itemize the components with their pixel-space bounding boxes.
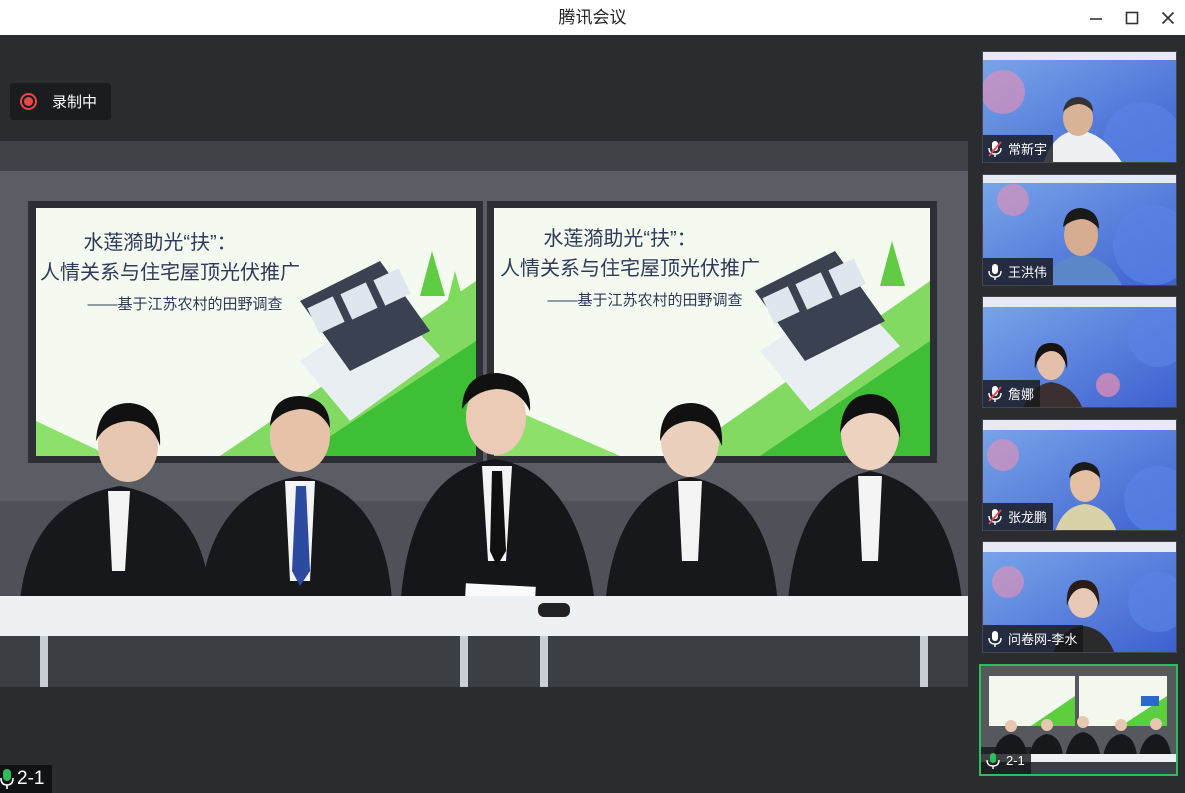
slide-right-line3: ——基于江苏农村的田野调查 bbox=[547, 292, 742, 309]
maximize-button[interactable] bbox=[1114, 0, 1150, 35]
microphone-device bbox=[538, 603, 570, 617]
participant-name-label: 问卷网-李水 bbox=[983, 625, 1084, 652]
mic-speaking-icon bbox=[986, 752, 1000, 769]
slide-left-line1: 水莲漪助光“扶”： bbox=[83, 231, 236, 254]
participant-tile[interactable]: 问卷网-李水 bbox=[982, 541, 1177, 653]
participant-name: 张龙鹏 bbox=[1008, 510, 1048, 525]
stage-speaker-name: 2-1 bbox=[17, 768, 45, 789]
participant-name-label: 2-1 bbox=[981, 747, 1031, 774]
slide-left-line3: ——基于江苏农村的田野调查 bbox=[87, 296, 282, 313]
close-button[interactable] bbox=[1150, 0, 1185, 35]
close-icon bbox=[1161, 11, 1175, 24]
mic-muted-icon bbox=[988, 508, 1002, 525]
slide-right-line2: 人情关系与住宅屋顶光伏推广 bbox=[500, 257, 760, 280]
participant-name: 问卷网-李水 bbox=[1008, 632, 1078, 647]
participant-name: 王洪伟 bbox=[1008, 265, 1048, 280]
main-video-stage[interactable]: 录制中 水莲漪助光“扶”： 人情关系与住宅屋顶光伏推广 ——基于江苏农村的田野调… bbox=[0, 35, 968, 793]
window-title: 腾讯会议 bbox=[558, 8, 627, 27]
participant-tile-active[interactable]: 2-1 bbox=[979, 664, 1178, 776]
table bbox=[0, 596, 968, 636]
participant-tile[interactable]: 常新宇 bbox=[982, 51, 1177, 163]
participant-name-label: 常新宇 bbox=[983, 135, 1054, 162]
minimize-button[interactable] bbox=[1078, 0, 1114, 35]
mic-muted-icon bbox=[988, 140, 1002, 157]
recording-label: 录制中 bbox=[52, 94, 98, 111]
recording-badge[interactable]: 录制中 bbox=[10, 83, 111, 120]
participant-tile[interactable]: 詹娜 bbox=[982, 296, 1177, 408]
title-bar: 腾讯会议 bbox=[0, 0, 1185, 35]
slide-left-line2: 人情关系与住宅屋顶光伏推广 bbox=[40, 261, 300, 284]
participant-name: 常新宇 bbox=[1008, 142, 1048, 157]
participant-tile[interactable]: 张龙鹏 bbox=[982, 419, 1177, 531]
slide-right-line1: 水莲漪助光“扶”： bbox=[543, 227, 696, 250]
participant-name-label: 张龙鹏 bbox=[983, 503, 1054, 530]
video-scene: 水莲漪助光“扶”： 人情关系与住宅屋顶光伏推广 ——基于江苏农村的田野调查 水莲… bbox=[0, 141, 968, 687]
mic-speaking-icon bbox=[0, 769, 14, 789]
main-video-feed: 水莲漪助光“扶”： 人情关系与住宅屋顶光伏推广 ——基于江苏农村的田野调查 水莲… bbox=[0, 141, 968, 687]
participant-tile[interactable]: 王洪伟 bbox=[982, 174, 1177, 286]
participant-name: 2-1 bbox=[1006, 753, 1025, 768]
record-icon bbox=[20, 93, 37, 110]
minimize-icon bbox=[1090, 17, 1102, 20]
maximize-icon bbox=[1125, 11, 1139, 24]
mic-icon bbox=[988, 630, 1002, 647]
mic-icon bbox=[988, 263, 1002, 280]
participant-name: 詹娜 bbox=[1008, 387, 1035, 402]
participant-name-label: 王洪伟 bbox=[983, 258, 1054, 285]
participant-sidebar: 常新宇 王洪伟 詹娜 张龙鹏 问卷网-李水 2-1 bbox=[968, 35, 1185, 793]
participant-name-label: 詹娜 bbox=[983, 380, 1041, 407]
stage-speaker-label: 2-1 bbox=[0, 765, 53, 793]
mic-muted-icon bbox=[988, 385, 1002, 402]
